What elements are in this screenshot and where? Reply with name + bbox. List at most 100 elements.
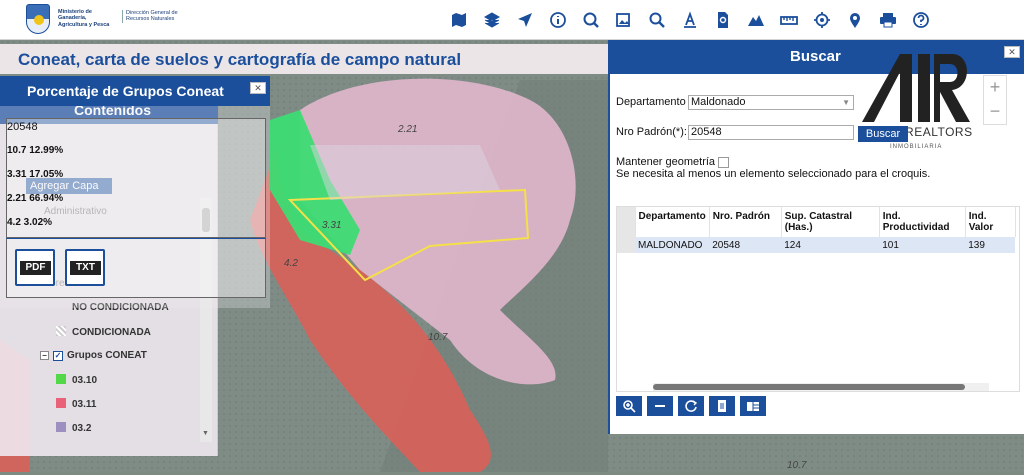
table-cell: 101	[879, 237, 966, 253]
locate-arrow-button[interactable]	[508, 9, 541, 31]
legend-label: 03.2	[72, 423, 92, 434]
coat-of-arms-icon	[26, 4, 50, 34]
watermark-sub: INMOBILIARIA	[890, 144, 942, 150]
scrollbar-thumb[interactable]	[653, 384, 965, 390]
chevron-down-icon: ▼	[842, 98, 850, 107]
departamento-label: Departamento	[616, 96, 686, 108]
zone-label: 2.21	[398, 124, 418, 135]
row-header-corner	[617, 207, 636, 237]
map-icon	[451, 13, 466, 27]
departamento-select[interactable]: Maldonado ▼	[688, 95, 854, 110]
locate-arrow-icon	[517, 13, 532, 27]
report-button[interactable]	[709, 396, 735, 416]
download-area: PDF TXT	[6, 238, 266, 298]
legend-swatch	[56, 422, 66, 432]
close-button[interactable]: ✕	[250, 82, 266, 94]
ruler-icon	[779, 16, 798, 25]
collapse-icon[interactable]: −	[40, 351, 49, 360]
table-cell: 20548	[709, 237, 782, 253]
crosshair-button[interactable]	[805, 9, 838, 31]
layer-condicionada: CONDICIONADA	[72, 327, 151, 338]
text-button[interactable]	[673, 9, 706, 31]
txt-label: TXT	[70, 261, 101, 275]
row-selector[interactable]	[617, 237, 635, 253]
percent-row: 2.21 66.94%	[7, 193, 64, 204]
pdf-download-button[interactable]: PDF	[15, 249, 55, 286]
search-icon	[649, 12, 665, 28]
doc-search-button[interactable]	[706, 9, 739, 31]
search-map-button[interactable]	[574, 9, 607, 31]
doc-search-icon	[717, 12, 728, 28]
layers-button[interactable]	[475, 9, 508, 31]
help-icon	[912, 12, 929, 28]
search-button[interactable]	[640, 9, 673, 31]
minus-icon	[655, 405, 665, 407]
layer-grupos-coneat[interactable]: Grupos CONEAT	[67, 350, 147, 361]
search-button[interactable]: Buscar	[858, 126, 908, 142]
zoom-in-icon	[623, 400, 636, 413]
scroll-down-icon[interactable]: ▼	[202, 430, 209, 437]
zone-label: 10.7	[428, 332, 448, 343]
padron-input[interactable]: 20548	[688, 125, 854, 140]
table-cell: 139	[965, 237, 1016, 253]
column-header[interactable]: Ind. Valor	[965, 207, 1016, 237]
ruler-button[interactable]	[772, 9, 805, 31]
alpha-realtors-logo: ALPHA REALTORS INMOBILIARIA	[860, 54, 972, 150]
refresh-icon	[685, 400, 698, 412]
percent-panel-title: Porcentaje de Grupos Coneat	[27, 83, 224, 99]
column-header[interactable]: Sup. Catastral (Has.)	[781, 207, 880, 237]
terrain-icon	[747, 15, 764, 26]
zoom-to-button[interactable]	[616, 396, 642, 416]
crosshair-icon	[813, 12, 830, 28]
percent-row: 3.31 17.05%	[7, 169, 64, 180]
departamento-value: Maldonado	[691, 96, 746, 108]
column-header[interactable]: Ind. Productividad	[879, 207, 966, 237]
layer-checkbox[interactable]: ✓	[53, 351, 63, 361]
percent-panel: Porcentaje de Grupos Coneat ✕ 20548 10.7…	[0, 76, 270, 308]
terrain-button[interactable]	[739, 9, 772, 31]
map-zoom-control: + −	[983, 75, 1007, 125]
zone-label: 10.7	[787, 460, 807, 471]
close-button[interactable]: ✕	[1004, 46, 1020, 58]
mantener-geometria-checkbox[interactable]	[718, 157, 729, 168]
remove-button[interactable]	[647, 396, 673, 416]
percent-row: 10.7 12.99%	[7, 145, 64, 156]
layers-icon	[483, 12, 500, 28]
top-toolbar: Ministerio de Ganadería, Agricultura y P…	[0, 0, 1024, 40]
condicionada-swatch	[56, 326, 66, 336]
results-table: Departamento Nro. Padrón Sup. Catastral (H…	[616, 206, 1020, 392]
document-icon	[718, 400, 726, 412]
legend-label: 03.11	[72, 399, 97, 410]
page-title: Coneat, carta de suelos y cartografía de…	[18, 50, 462, 69]
image-edit-button[interactable]	[607, 9, 640, 31]
column-header[interactable]: Nro. Padrón	[709, 207, 782, 237]
map-button[interactable]	[442, 9, 475, 31]
zone-label: 3.31	[322, 220, 342, 231]
refresh-button[interactable]	[678, 396, 704, 416]
legend-item: 03.11	[56, 398, 96, 410]
search-panel: Buscar ✕ ALPHA REALTORS INMOBILIARIA Dep…	[608, 40, 1024, 434]
table-row[interactable]: MALDONADO 20548 124 101 139	[617, 237, 1016, 253]
table-icon	[747, 402, 759, 411]
print-button[interactable]	[871, 9, 904, 31]
legend-item: 03.2	[56, 422, 91, 434]
pin-button[interactable]	[838, 9, 871, 31]
pdf-label: PDF	[20, 261, 51, 275]
legend-swatch	[56, 398, 66, 408]
search-panel-title: Buscar	[790, 48, 841, 65]
pin-icon	[849, 13, 860, 28]
tool-buttons	[442, 9, 937, 31]
text-icon	[683, 11, 696, 28]
padron-number: 20548	[7, 121, 38, 133]
column-header[interactable]: Departamento	[635, 207, 710, 237]
zoom-out-button[interactable]: −	[984, 100, 1006, 124]
help-button[interactable]	[904, 9, 937, 31]
zoom-in-button[interactable]: +	[984, 76, 1006, 100]
table-view-button[interactable]	[740, 396, 766, 416]
info-button[interactable]	[541, 9, 574, 31]
txt-download-button[interactable]: TXT	[65, 249, 105, 286]
table-actions	[616, 396, 771, 416]
table-horizontal-scrollbar[interactable]	[653, 383, 989, 391]
search-map-icon	[583, 12, 599, 28]
print-icon	[879, 13, 896, 28]
